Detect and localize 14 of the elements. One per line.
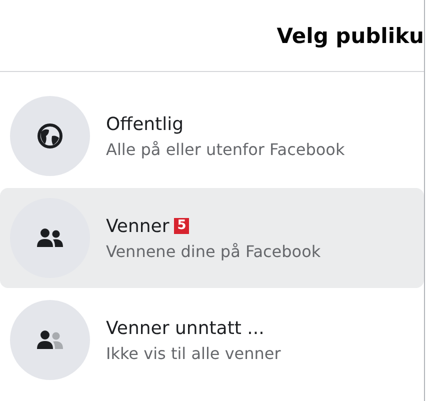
audience-option[interactable]: Venner 5 Vennene dine på Facebook — [0, 188, 424, 288]
option-title: Offentlig — [106, 114, 184, 134]
option-title: Venner — [106, 216, 170, 236]
friends-icon — [37, 228, 63, 248]
dialog-title: Velg publiku — [276, 24, 424, 48]
audience-option[interactable]: Venner unntatt ... Ikke vis til alle venner — [0, 290, 424, 390]
number-badge: 5 — [174, 218, 190, 234]
option-description: Ikke vis til alle venner — [106, 344, 281, 362]
globe-icon — [37, 123, 63, 149]
friends-icon — [37, 330, 63, 350]
option-description: Alle på eller utenfor Facebook — [106, 140, 345, 158]
audience-option[interactable]: Offentlig Alle på eller utenfor Facebook — [0, 86, 424, 186]
option-description: Vennene dine på Facebook — [106, 242, 321, 260]
option-title: Venner unntatt ... — [106, 318, 264, 338]
